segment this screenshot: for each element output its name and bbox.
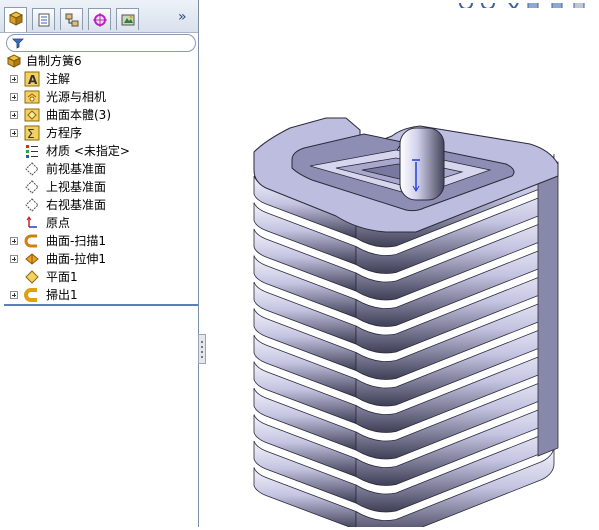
tree-root[interactable]: 自制方簧6 [6,52,196,70]
part-icon [6,54,22,68]
surface-extrude-icon [25,253,39,265]
featuremanager-icon [8,11,24,26]
tree-divider [4,304,198,306]
origin-icon [26,216,37,228]
tree-item-equations[interactable]: Σ 方程序 [10,124,196,142]
tree-item-origin[interactable]: 原点 [10,214,196,232]
display-manager-tab[interactable] [116,8,139,30]
plane-icon [25,162,39,176]
configurationmanager-icon [65,13,79,27]
annotation-icon: A [24,71,40,87]
tree-item-planar-surface[interactable]: 平面1 [10,268,196,286]
tree-item-surface-sweep[interactable]: 曲面-扫描1 [10,232,196,250]
expand-icon[interactable] [10,129,18,137]
expand-icon[interactable] [10,75,18,83]
spring-side-wall [537,161,559,457]
tree-item-label: 右视基准面 [46,198,107,212]
manager-tabs-bar: » [0,0,198,33]
square-spring-model[interactable] [206,0,599,530]
tree-filter-input[interactable] [6,34,196,52]
tree-item-label: 曲面-扫描1 [46,234,106,248]
expand-icon[interactable] [10,291,18,299]
filter-icon [12,38,24,49]
tree-item-surface-bodies[interactable]: 曲面本體(3) [10,106,196,124]
tree-item-label: 平面1 [46,270,78,284]
expand-icon[interactable] [10,237,18,245]
expand-icon[interactable] [10,255,18,263]
tree-item-label: 方程序 [46,126,83,140]
tree-item-label: 光源与相机 [46,90,107,104]
tree-item-material[interactable]: 材质 <未指定> [10,142,196,160]
graphics-viewport[interactable] [206,0,599,530]
svg-text:A: A [28,73,38,87]
propertymanager-icon [38,13,50,27]
surface-bodies-icon [24,108,40,122]
svg-text:Σ: Σ [27,127,35,141]
feature-manager-panel: » 自制方簧6 A 注解 光源与相机 曲面本體(3) Σ 方程序 材质 <未指定… [0,0,199,527]
tree-item-front-plane[interactable]: 前视基准面 [10,160,196,178]
chevron-right-icon[interactable]: » [178,9,187,25]
tree-item-label: 掃出1 [46,288,78,302]
plane-icon [25,198,39,212]
tree-item-sweep[interactable]: 掃出1 [10,286,196,304]
surface-sweep-icon [24,234,37,248]
panel-splitter-handle[interactable] [198,334,206,364]
tree-item-surface-extrude[interactable]: 曲面-拉伸1 [10,250,196,268]
tree-item-top-plane[interactable]: 上视基准面 [10,178,196,196]
tree-item-annotations[interactable]: A 注解 [10,70,196,88]
tree-item-label: 材质 <未指定> [46,144,130,158]
tree-item-label: 上视基准面 [46,180,107,194]
configurationmanager-tab[interactable] [60,8,83,30]
lights-cameras-icon [24,90,40,104]
propertymanager-tab[interactable] [32,8,55,30]
featuremanager-tab[interactable] [4,7,27,32]
tree-item-right-plane[interactable]: 右视基准面 [10,196,196,214]
tree-item-label: 曲面本體(3) [46,108,111,122]
equations-icon: Σ [24,125,40,141]
planar-surface-icon [25,270,39,284]
expand-icon[interactable] [10,93,18,101]
sweep-icon [24,288,37,302]
expand-icon[interactable] [10,111,18,119]
tree-item-label: 原点 [46,216,71,230]
grip-icon [201,341,203,358]
dimxpert-icon [93,13,107,27]
tree-item-label: 注解 [46,72,71,86]
dimxpert-tab[interactable] [88,8,111,30]
material-icon [26,145,38,158]
tree-item-lights-cameras[interactable]: 光源与相机 [10,88,196,106]
tree-item-label: 曲面-拉伸1 [46,252,106,266]
tree-root-label: 自制方簧6 [26,54,82,68]
plane-icon [25,180,39,194]
tree-item-label: 前视基准面 [46,162,107,176]
display-manager-icon [121,14,135,26]
